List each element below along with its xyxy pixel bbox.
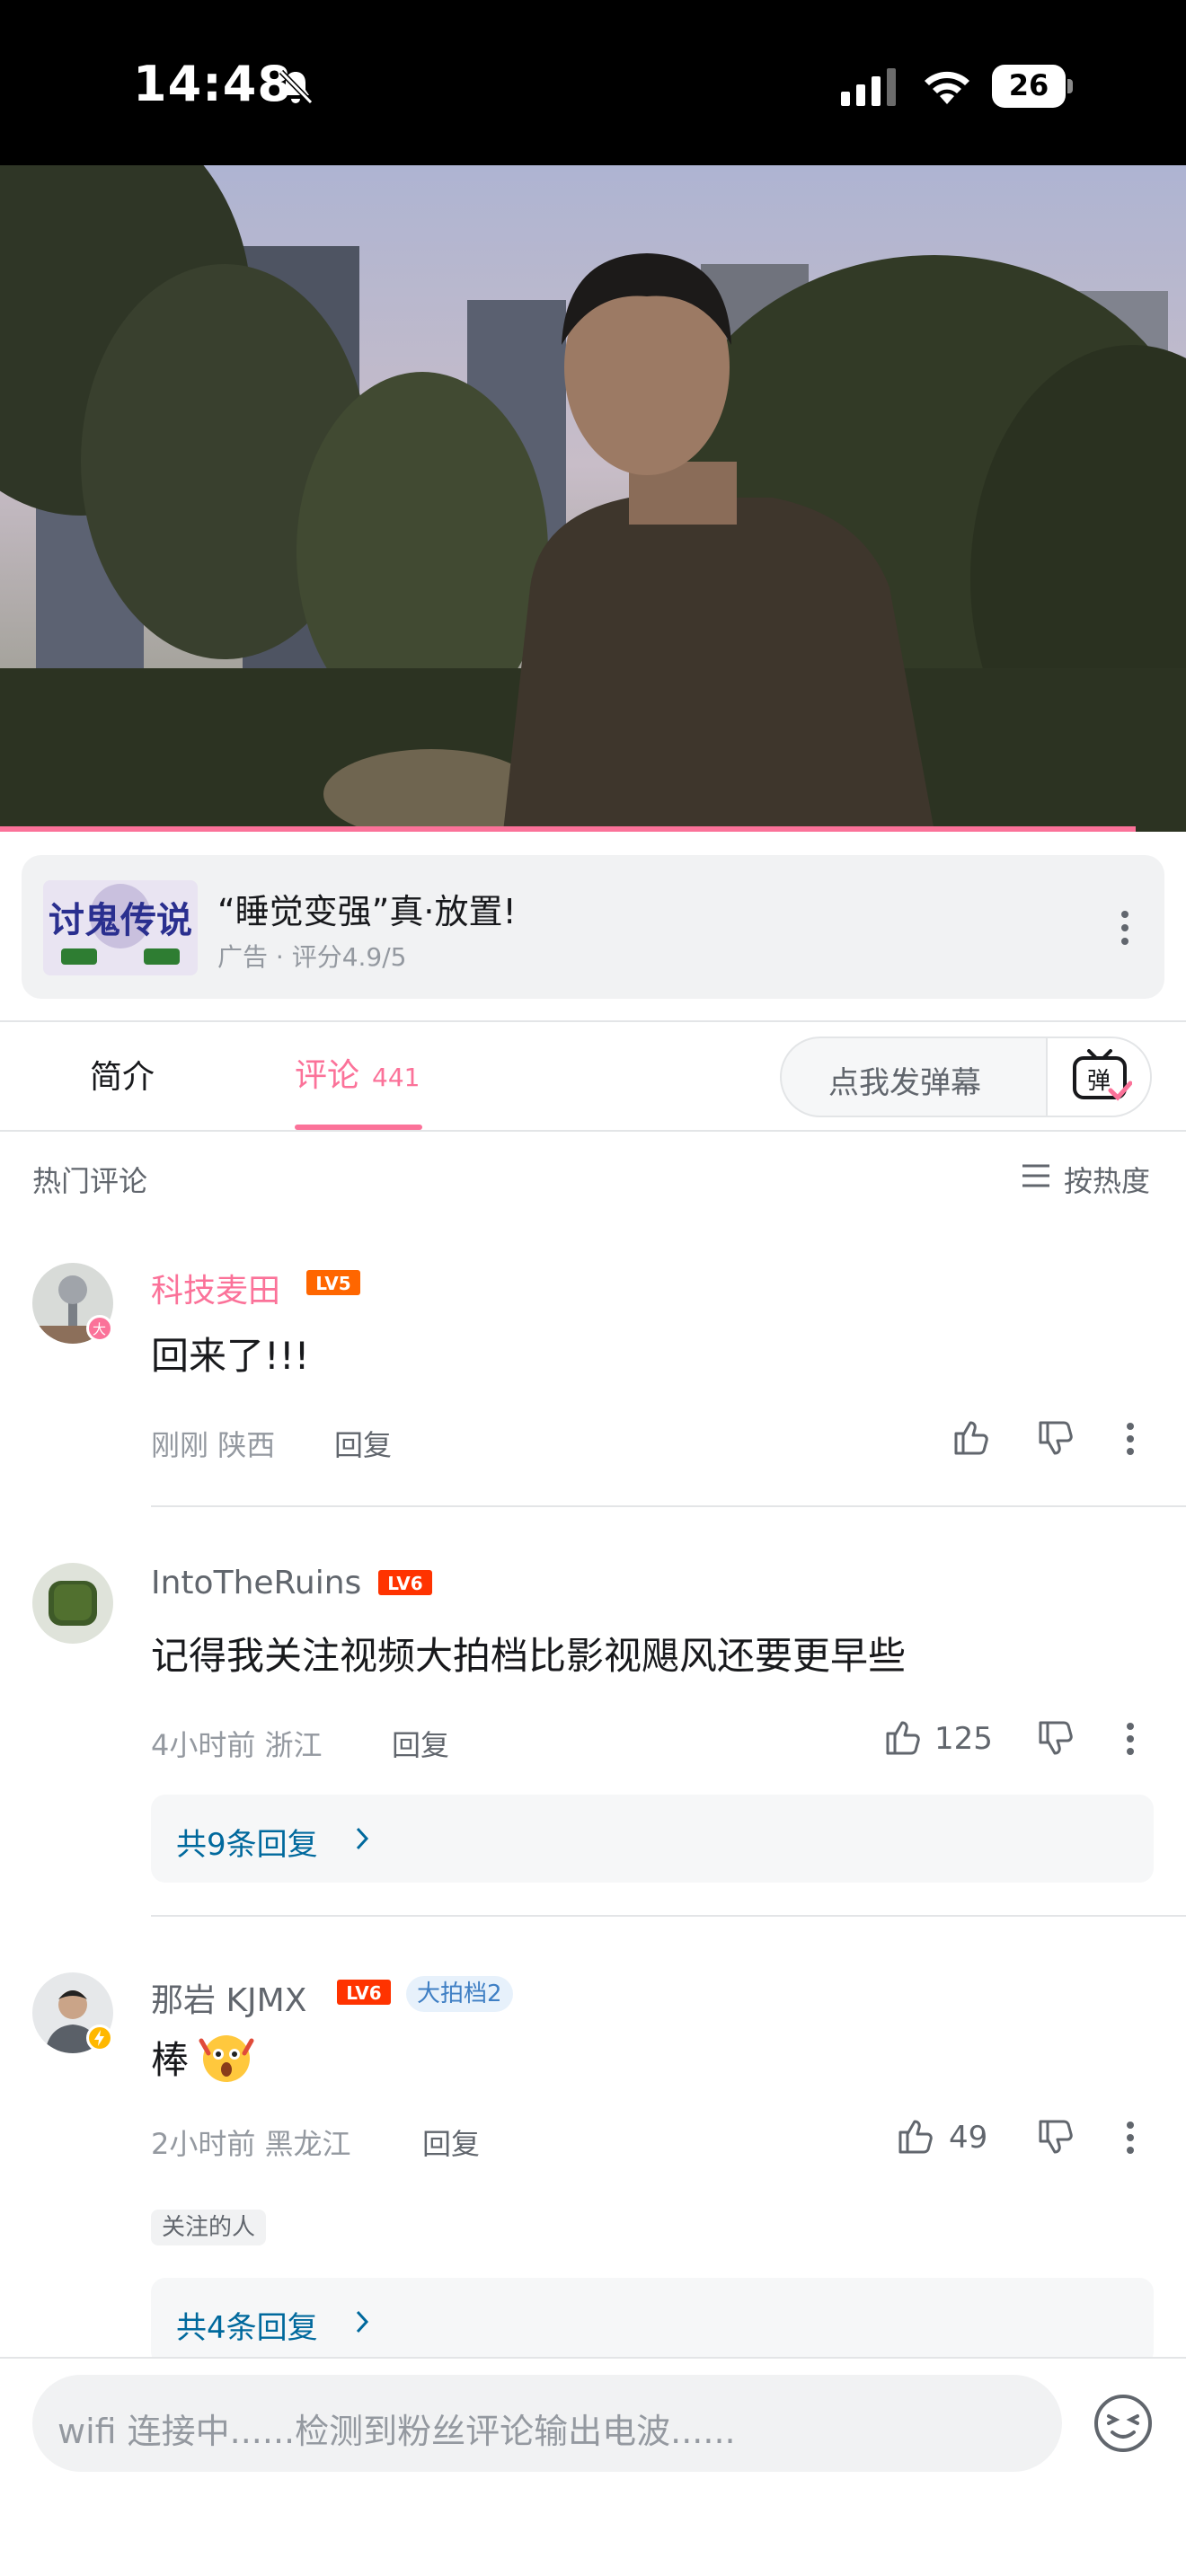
status-time: 14:48 [133,56,292,112]
dislike-icon[interactable] [1035,1719,1075,1759]
comment-text: 记得我关注视频大拍档比影视飓风还要更早些 [151,1634,907,1678]
like-icon[interactable] [895,2116,934,2156]
tab-comments[interactable]: 评论 441 [295,1049,420,1096]
sort-label: 按热度 [1064,1164,1151,1198]
active-tab-indicator [295,1125,422,1130]
like-count: 49 [949,2120,988,2156]
comment-input[interactable]: wifi 连接中......检测到粉丝评论输出电波...... [32,2375,1062,2472]
cellular-signal-icon [841,68,896,106]
replies-label: 共9条回复 [176,1827,318,1863]
comment-divider [151,1915,1186,1917]
comment-text: 棒 [151,2030,255,2085]
danmaku-toggle-button[interactable]: 弹 [1046,1038,1150,1116]
comment-time: 2小时前 [151,2127,256,2161]
comment-item: 大 科技麦田 LV5 回来了!!! 刚刚 陕西 回复 [0,1257,1186,1509]
more-options-icon[interactable] [1114,1421,1146,1457]
svg-text:LV6: LV6 [346,1982,381,2004]
avatar[interactable] [32,1563,113,1644]
comment-location: 黑龙江 [264,2127,351,2161]
comment-input-placeholder: wifi 连接中......检测到粉丝评论输出电波...... [58,2412,736,2451]
reply-button[interactable]: 回复 [334,1423,392,1464]
danmaku-placeholder: 点我发弹幕 [828,1065,981,1101]
shocked-emoji-icon [199,2035,254,2082]
comment-time: 4小时前 [151,1728,256,1762]
comment-time: 刚刚 [151,1428,209,1462]
chevron-right-icon [356,2310,369,2333]
comment-username[interactable]: 科技麦田 [151,1265,280,1311]
dislike-icon[interactable] [1035,1419,1075,1459]
lightning-icon [94,2030,104,2046]
comment-text: 回来了!!! [151,1334,310,1378]
fan-badge: 大拍档2 [406,1976,513,2012]
like-icon[interactable] [882,1717,922,1757]
wifi-icon [925,71,969,104]
dislike-icon[interactable] [1035,2118,1075,2157]
comment-location: 浙江 [264,1728,323,1762]
ad-title: “睡觉变强”真·放置! [217,892,517,931]
comment-username[interactable]: 那岩 KJMX [151,1974,306,2021]
more-options-icon[interactable] [1109,907,1141,948]
reply-button[interactable]: 回复 [392,1723,449,1764]
replies-label: 共4条回复 [176,2310,318,2346]
more-options-icon[interactable] [1114,2120,1146,2156]
reply-button[interactable]: 回复 [422,2122,480,2163]
chevron-right-icon [356,1827,369,1850]
tab-comments-label: 评论 [295,1057,360,1094]
tab-intro[interactable]: 简介 [90,1051,155,1098]
level-badge: LV6 [378,1570,432,1595]
danmaku-icon: 弹 [1073,1049,1132,1101]
tab-bar: 简介 评论 441 点我发弹幕 弹 [0,1020,1186,1132]
emoji-button-icon[interactable] [1091,2391,1155,2456]
hot-comments-title: 热门评论 [32,1164,148,1198]
danmaku-icon-text: 弹 [1087,1068,1111,1095]
game-logo: 讨鬼传说 [43,880,198,975]
svg-text:大: 大 [93,1321,106,1337]
status-bar: 14:48 26 [0,0,1186,165]
video-player[interactable] [0,165,1186,832]
comment-item: IntoTheRuins LV6 记得我关注视频大拍档比影视飓风还要更早些 4小… [0,1557,1186,1917]
comment-divider [151,1505,1186,1507]
video-progress-bar[interactable] [0,826,1136,832]
video-frame [0,165,1186,832]
level-badge: LV6 [337,1980,391,2005]
avatar-badge: 大 [86,1315,113,1342]
comment-text-content: 棒 [151,2038,190,2082]
tab-comments-count: 441 [372,1063,420,1092]
comment-meta: 刚刚 陕西 [151,1423,275,1464]
svg-text:LV6: LV6 [387,1573,422,1594]
danmaku-input[interactable]: 点我发弹幕 弹 [780,1037,1152,1117]
avatar-badge [86,2025,113,2051]
comment-item: 那岩 KJMX LV6 大拍档2 棒 2小时前 黑龙江 回复 49 关注的人 共… [0,1967,1186,2366]
svg-text:LV5: LV5 [315,1273,350,1294]
view-replies-button[interactable]: 共4条回复 [151,2278,1154,2366]
like-count: 125 [934,1721,993,1757]
comment-username[interactable]: IntoTheRuins [151,1565,361,1601]
battery-indicator: 26 [992,65,1073,108]
like-icon[interactable] [951,1417,990,1457]
comment-meta: 2小时前 黑龙江 [151,2122,351,2163]
more-options-icon[interactable] [1114,1721,1146,1757]
view-replies-button[interactable]: 共9条回复 [151,1795,1154,1883]
comment-meta: 4小时前 浙江 [151,1723,323,1764]
comment-location: 陕西 [217,1428,276,1462]
level-badge: LV5 [306,1270,360,1295]
battery-level: 26 [1008,68,1049,102]
list-icon [1022,1164,1049,1187]
bell-muted-icon [279,69,314,105]
ad-subtitle: 广告 · 评分4.9/5 [217,942,407,972]
ad-card[interactable]: 讨鬼传说 “睡觉变强”真·放置! 广告 · 评分4.9/5 [22,855,1164,999]
svg-text:讨鬼传说: 讨鬼传说 [49,900,192,941]
comment-input-bar: wifi 连接中......检测到粉丝评论输出电波...... [0,2357,1186,2576]
following-tag: 关注的人 [151,2210,267,2245]
